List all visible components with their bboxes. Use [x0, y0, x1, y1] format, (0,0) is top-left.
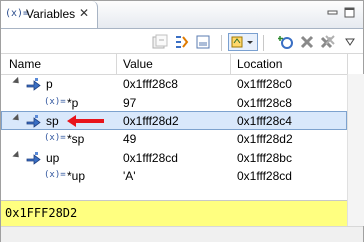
layout-icon[interactable] [194, 33, 212, 51]
variable-location: 0x1fff28bc [237, 151, 292, 165]
table-row[interactable]: p 0x1fff28c8 0x1fff28c0 [1, 75, 347, 94]
tab-variables[interactable]: (x)= Variables ✕ [1, 1, 98, 28]
remove-all-global-variables-icon[interactable] [319, 33, 337, 51]
maximize-icon[interactable] [344, 7, 355, 18]
local-variable-icon: (x)= [44, 170, 66, 180]
local-variable-icon: (x)= [44, 97, 66, 107]
variable-value: 0x1fff28cd [123, 151, 178, 165]
close-icon[interactable]: ✕ [79, 6, 89, 20]
red-arrow-icon [67, 115, 104, 127]
table-row[interactable]: (x)= *sp 49 0x1fff28d2 [1, 130, 347, 149]
variable-location: 0x1fff28d2 [237, 132, 293, 146]
collapse-all-icon[interactable] [151, 33, 169, 51]
column-header-value[interactable]: Value [123, 57, 153, 71]
table-row[interactable]: (x)= *up 'A' 0x1fff28cd [1, 167, 347, 186]
table-row[interactable]: up 0x1fff28cd 0x1fff28bc [1, 149, 347, 168]
pointer-variable-icon [26, 115, 41, 128]
variable-name: sp [46, 114, 59, 128]
column-divider[interactable] [230, 54, 231, 74]
pointer-variable-icon [26, 152, 41, 165]
expand-twisty-icon[interactable] [12, 76, 22, 87]
select-columns-icon[interactable] [228, 33, 258, 51]
variable-name: *p [67, 96, 79, 110]
variable-name: up [46, 151, 60, 165]
variable-value: 49 [123, 132, 137, 146]
variable-location: 0x1fff28cd [237, 169, 292, 183]
view-tab-bar: (x)= Variables ✕ [1, 1, 363, 29]
detail-value-text: 0x1FFF28D2 [5, 206, 78, 220]
detail-scrollbar[interactable] [347, 200, 364, 226]
variable-location: 0x1fff28c4 [237, 114, 292, 128]
variable-name: *sp [67, 132, 85, 146]
column-divider[interactable] [347, 54, 348, 74]
add-global-variables-icon[interactable] [277, 33, 295, 51]
column-header-location[interactable]: Location [237, 57, 282, 71]
variables-view: (x)= Variables ✕ Name Value Location p 0… [0, 0, 364, 242]
variable-location: 0x1fff28c8 [237, 96, 292, 110]
variable-name: *up [67, 169, 86, 183]
column-divider[interactable] [116, 54, 117, 74]
show-type-names-icon[interactable] [173, 33, 191, 51]
variable-value: 97 [123, 96, 137, 110]
variable-location: 0x1fff28c0 [237, 77, 292, 91]
toolbar-separator [221, 35, 222, 51]
detail-pane[interactable]: 0x1FFF28D2 [1, 200, 363, 226]
horizontal-scrollbar[interactable] [1, 226, 363, 242]
toolbar-separator [263, 35, 264, 51]
variable-name: p [46, 77, 53, 91]
vertical-scrollbar[interactable] [347, 74, 364, 200]
pointer-variable-icon [26, 78, 41, 91]
variable-value: 0x1fff28c8 [123, 77, 178, 91]
expand-twisty-icon[interactable] [12, 150, 22, 161]
view-menu-icon[interactable] [341, 33, 359, 51]
column-header-name[interactable]: Name [9, 57, 41, 71]
variable-value: 'A' [123, 169, 136, 183]
column-headers: Name Value Location [1, 53, 363, 75]
variable-value: 0x1fff28d2 [123, 114, 179, 128]
local-variable-icon: (x)= [44, 133, 66, 143]
minimize-icon[interactable] [327, 7, 338, 18]
tab-title: Variables [26, 7, 76, 21]
remove-global-variables-icon[interactable] [298, 33, 316, 51]
expand-twisty-icon[interactable] [12, 113, 22, 124]
table-row-selected[interactable]: sp 0x1fff28d2 0x1fff28c4 [1, 111, 347, 130]
